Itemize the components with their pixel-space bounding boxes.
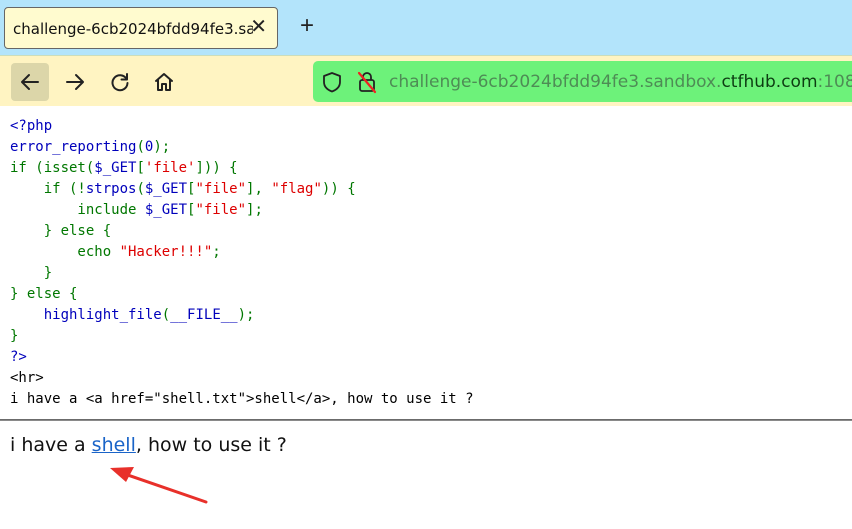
code-line: ?> — [10, 349, 27, 365]
insecure-lock-icon[interactable] — [355, 70, 379, 99]
reload-button[interactable] — [101, 63, 139, 101]
code-line: } else { — [10, 286, 78, 302]
message-suffix: , how to use it ? — [135, 434, 287, 456]
highlighted-source-code: <?php error_reporting(0); if (isset($_GE… — [10, 118, 474, 407]
code-token: highlight_file — [43, 307, 162, 323]
code-token: ], — [246, 181, 272, 197]
shell-link[interactable]: shell — [92, 434, 136, 456]
code-token: __FILE__ — [170, 307, 238, 323]
tab-title: challenge-6cb2024bfdd94fe3.sandbox.ctfhu… — [13, 20, 253, 38]
shield-icon[interactable] — [321, 71, 343, 98]
forward-icon — [66, 74, 84, 90]
code-token: ( — [136, 181, 145, 197]
code-line: i have a <a href="shell.txt">shell</a>, … — [10, 391, 474, 407]
code-line: } — [10, 328, 19, 344]
page-message: i have a shell, how to use it ? — [10, 434, 287, 456]
url-port: :10800 — [817, 72, 852, 92]
tab-strip: challenge-6cb2024bfdd94fe3.sandbox.ctfhu… — [0, 0, 852, 55]
code-token: if (isset( — [10, 160, 95, 176]
code-line: } else { — [10, 223, 112, 239]
code-line: <hr> — [10, 370, 44, 386]
code-token: if (! — [10, 181, 86, 197]
message-prefix: i have a — [10, 434, 92, 456]
address-bar[interactable]: challenge-6cb2024bfdd94fe3.sandbox.ctfhu… — [313, 61, 852, 102]
code-token: ])) { — [195, 160, 238, 176]
code-token: echo — [10, 244, 120, 260]
home-icon — [155, 73, 173, 91]
code-line: } — [10, 265, 53, 281]
code-token: include — [10, 202, 145, 218]
code-token: ]; — [246, 202, 263, 218]
code-token: "file" — [195, 202, 247, 218]
code-token: $_GET — [144, 181, 188, 197]
code-token: ; — [212, 244, 221, 260]
red-arrow-annotation — [110, 467, 208, 504]
code-token: )) { — [321, 181, 356, 197]
back-icon — [21, 74, 39, 90]
url-prefix: challenge-6cb2024bfdd94fe3.sandbox. — [389, 72, 722, 92]
back-button[interactable] — [11, 63, 49, 101]
code-token: "flag" — [271, 181, 322, 197]
code-line: <?php — [10, 118, 53, 134]
forward-button[interactable] — [56, 63, 94, 101]
navigation-toolbar: challenge-6cb2024bfdd94fe3.sandbox.ctfhu… — [0, 55, 852, 106]
url-domain: ctfhub.com — [721, 72, 818, 92]
reload-icon — [111, 73, 129, 92]
new-tab-icon[interactable]: + — [294, 13, 320, 39]
code-token: strpos — [85, 181, 137, 197]
horizontal-rule — [0, 419, 852, 421]
code-token: "Hacker!!!" — [119, 244, 213, 260]
url-text[interactable]: challenge-6cb2024bfdd94fe3.sandbox.ctfhu… — [389, 72, 852, 92]
code-token: ( — [161, 307, 171, 323]
code-token: "file" — [195, 181, 247, 197]
code-token: [ — [136, 160, 145, 176]
home-button[interactable] — [145, 63, 183, 101]
active-tab[interactable]: challenge-6cb2024bfdd94fe3.sandbox.ctfhu… — [4, 7, 278, 49]
code-token: error_reporting — [10, 139, 137, 155]
close-tab-icon[interactable]: ✕ — [250, 16, 267, 38]
code-token: $_GET — [94, 160, 137, 176]
code-token: $_GET — [144, 202, 188, 218]
code-token: ); — [237, 307, 255, 323]
code-token: 'file' — [144, 160, 196, 176]
